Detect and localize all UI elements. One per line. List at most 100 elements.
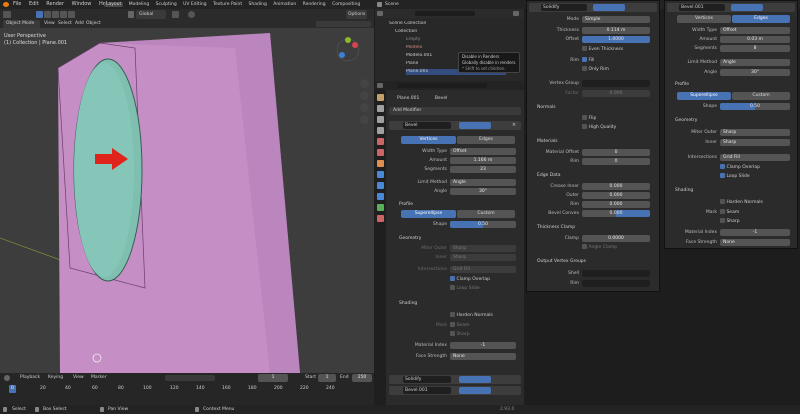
mode-select[interactable]: Object Mode xyxy=(3,20,40,28)
rim-output-field[interactable] xyxy=(582,280,650,287)
transform-orientation-select[interactable]: Global xyxy=(136,10,166,19)
menu-view[interactable]: View xyxy=(44,20,55,28)
materials-section[interactable]: Materials xyxy=(537,138,558,145)
outliner-search-field[interactable] xyxy=(415,11,475,16)
scene-selector[interactable]: Scene xyxy=(375,0,524,9)
bevel-convex-slider[interactable]: 0.000 xyxy=(582,210,650,217)
bevel2-clamp-overlap-checkbox[interactable]: Clamp Overlap xyxy=(720,164,760,171)
bevel2-inner-select[interactable]: Sharp xyxy=(720,139,790,146)
checkbox-icon[interactable] xyxy=(450,331,455,336)
select-tool-icon[interactable] xyxy=(36,11,43,18)
solidify-name-field[interactable]: Solidify xyxy=(541,4,587,11)
checkbox-icon[interactable] xyxy=(582,115,587,120)
tab-layout[interactable]: Layout xyxy=(104,2,124,7)
checkbox-icon[interactable] xyxy=(582,66,587,71)
bevel2-amount-field[interactable]: 0.03 m xyxy=(720,36,790,43)
angle-field[interactable]: 30° xyxy=(450,188,516,195)
tab-shading[interactable]: Shading xyxy=(249,2,267,7)
start-field[interactable]: 1 xyxy=(318,374,336,382)
menu-edit[interactable]: Edit xyxy=(29,1,39,7)
tab-vertices[interactable]: Vertices xyxy=(401,136,456,144)
menu-render[interactable]: Render xyxy=(46,1,64,7)
inner-select[interactable]: Sharp xyxy=(450,254,516,261)
rim-crease-field[interactable]: 0.000 xyxy=(582,201,650,208)
bevel2-profile-superellipse[interactable]: Superellipse xyxy=(677,92,731,100)
bevel2-tab-vertices[interactable]: Vertices xyxy=(677,15,731,23)
tab-modeling[interactable]: Modeling xyxy=(129,2,149,7)
sharp-checkbox[interactable]: Sharp xyxy=(450,331,470,338)
checkbox-icon[interactable] xyxy=(720,173,725,178)
material-index-field[interactable]: -1 xyxy=(450,342,516,349)
clamp-field[interactable]: 0.0000 xyxy=(582,235,650,242)
scene-tab-icon[interactable] xyxy=(377,138,384,145)
output-vertex-groups-section[interactable]: Output Vertex Groups xyxy=(537,258,586,265)
rim-material-field[interactable]: 0 xyxy=(582,158,650,165)
keying-menu[interactable]: Keying xyxy=(48,373,63,383)
tree-root[interactable]: Scene Collection xyxy=(389,21,426,27)
bevel2-shading-section[interactable]: Shading xyxy=(675,187,693,194)
select-mode-icon-2[interactable] xyxy=(44,11,51,18)
modifier-name-field[interactable]: Bevel xyxy=(403,122,451,129)
particles-tab-icon[interactable] xyxy=(377,182,384,189)
output-tab-icon[interactable] xyxy=(377,116,384,123)
select-mode-icon-3[interactable] xyxy=(52,11,59,18)
bevel2-face-strength-select[interactable]: None xyxy=(720,239,790,246)
menu-object[interactable]: Object xyxy=(86,20,101,28)
shape-slider[interactable]: 0.50 xyxy=(450,221,516,228)
factor-field[interactable]: 0.000 xyxy=(582,90,650,97)
outer-field[interactable]: 0.000 xyxy=(582,192,650,199)
vertex-group-field[interactable] xyxy=(582,80,650,87)
checkbox-icon[interactable] xyxy=(720,209,725,214)
stack-bevel-001-toggles[interactable] xyxy=(459,387,491,394)
options-dropdown[interactable]: Options xyxy=(346,10,368,19)
bevel-001-name-field[interactable]: Bevel.001 xyxy=(679,4,725,11)
segments-field[interactable]: 23 xyxy=(450,166,516,173)
bevel2-profile-custom[interactable]: Custom xyxy=(732,92,790,100)
camera-view-icon[interactable] xyxy=(360,103,369,112)
physics-tab-icon[interactable] xyxy=(377,193,384,200)
tree-item-modelo[interactable]: Modelo xyxy=(406,45,422,51)
scene-name[interactable]: Scene xyxy=(385,0,399,9)
even-thickness-checkbox[interactable]: Even Thickness xyxy=(582,46,623,53)
checkbox-icon[interactable] xyxy=(720,218,725,223)
face-strength-select[interactable]: None xyxy=(450,353,516,360)
bevel2-material-index-field[interactable]: -1 xyxy=(720,229,790,236)
width-type-select[interactable]: Offset xyxy=(450,148,516,155)
tree-item-empty[interactable]: Empty xyxy=(406,37,421,43)
menu-file[interactable]: File xyxy=(13,1,21,7)
properties-editor-icon[interactable] xyxy=(377,83,383,88)
profile-custom[interactable]: Custom xyxy=(457,210,515,218)
stack-solidify-toggles[interactable] xyxy=(459,376,491,383)
bevel2-segments-field[interactable]: 8 xyxy=(720,45,790,52)
modifier-tab-icon[interactable] xyxy=(377,171,384,178)
checkbox-icon[interactable] xyxy=(582,244,587,249)
tree-item-modelo-001[interactable]: Modelo.001 xyxy=(406,53,432,59)
tab-compositing[interactable]: Compositing xyxy=(332,2,360,7)
bevel2-angle-field[interactable]: 30° xyxy=(720,69,790,76)
high-quality-checkbox[interactable]: High Quality xyxy=(582,124,616,131)
material-tab-icon[interactable] xyxy=(377,215,384,222)
frame-cursor[interactable]: 0 xyxy=(9,385,16,393)
bevel2-profile-section[interactable]: Profile xyxy=(675,81,689,88)
playback-menu[interactable]: Playback xyxy=(20,373,40,383)
harden-normals-checkbox[interactable]: Harden Normals xyxy=(450,312,493,319)
menu-window[interactable]: Window xyxy=(72,1,92,7)
tab-uv-editing[interactable]: UV Editing xyxy=(183,2,206,7)
render-tab-icon[interactable] xyxy=(377,105,384,112)
checkbox-icon[interactable] xyxy=(582,124,587,129)
clock-icon[interactable] xyxy=(4,375,10,381)
bevel2-intersections-select[interactable]: Grid Fill xyxy=(720,154,790,161)
proportional-edit-icon[interactable] xyxy=(188,11,195,18)
crease-inner-field[interactable]: 0.000 xyxy=(582,183,650,190)
bevel-001-toggles[interactable] xyxy=(731,4,763,11)
solidify-header[interactable]: Solidify xyxy=(529,3,657,12)
checkbox-icon[interactable] xyxy=(450,312,455,317)
current-frame-field[interactable]: 1 xyxy=(258,374,288,382)
snap-icon[interactable] xyxy=(172,11,179,18)
shading-section[interactable]: Shading xyxy=(399,300,417,307)
bevel2-width-type-select[interactable]: Offset xyxy=(720,27,790,34)
editor-type-icon[interactable] xyxy=(3,11,11,18)
checkbox-icon[interactable] xyxy=(582,57,587,62)
outliner-editor-icon[interactable] xyxy=(377,11,383,16)
select-mode-icon-4[interactable] xyxy=(60,11,67,18)
